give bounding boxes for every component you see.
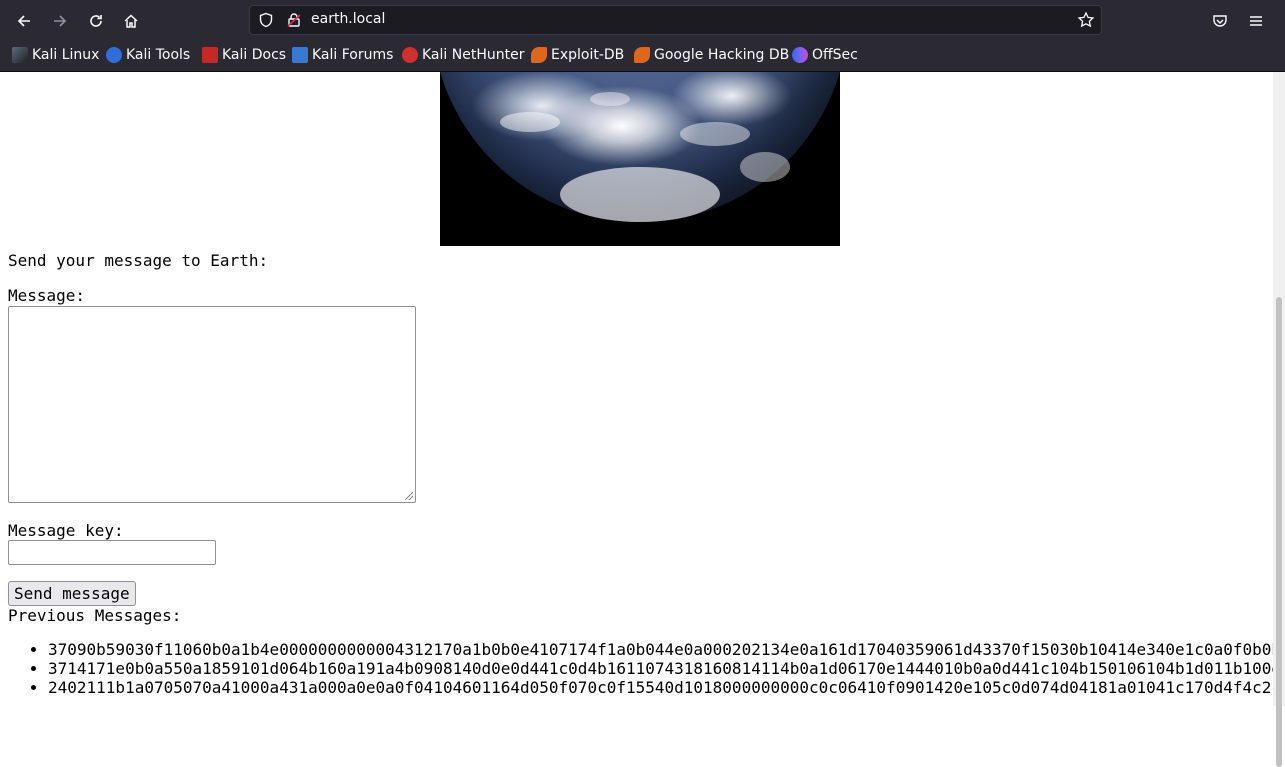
bookmark-kali-tools[interactable]: Kali Tools [106,47,190,63]
shield-icon[interactable] [258,12,274,28]
nethunter-icon [402,47,418,63]
message-key-label: Message key: [8,521,124,540]
cloud-shape [680,122,750,146]
exploit-db-icon [531,47,547,63]
bookmark-star-icon[interactable] [1077,11,1095,29]
kali-dragon-icon [12,47,28,63]
menu-icon[interactable] [1242,7,1270,35]
bookmark-kali-docs[interactable]: Kali Docs [202,47,286,63]
bookmarks-toolbar: Kali Linux Kali Tools Kali Docs Kali For… [0,41,1285,72]
home-icon[interactable] [117,7,145,35]
previous-messages-title: Previous Messages: [8,606,182,625]
list-item: 3714171e0b0a550a1859101d064b160a191a4b09… [48,659,1273,678]
pocket-icon[interactable] [1206,7,1234,35]
previous-messages-list: 37090b59030f11060b0a1b4e0000000000004312… [48,640,1273,697]
earth-image [440,72,840,246]
insecure-lock-icon[interactable] [286,12,302,28]
bookmark-kali-forums[interactable]: Kali Forums [292,47,393,63]
cloud-shape [590,92,630,106]
message-label: Message: [8,286,86,305]
list-item: 37090b59030f11060b0a1b4e0000000000004312… [48,640,1273,659]
message-key-input[interactable] [8,540,216,565]
list-item: 2402111b1a0705070a41000a431a000a0e0a0f04… [48,678,1273,697]
url-text[interactable]: earth.local [311,11,385,27]
bookmark-google-hacking-db[interactable]: Google Hacking DB [634,47,789,63]
bookmark-kali-nethunter[interactable]: Kali NetHunter [402,47,524,63]
bookmark-offsec[interactable]: OffSec [792,47,858,63]
message-textarea[interactable] [8,306,416,503]
ghdb-icon [634,47,650,63]
bookmark-exploit-db[interactable]: Exploit-DB [531,47,624,63]
vertical-scrollbar[interactable] [1273,72,1285,767]
reload-icon[interactable] [82,7,110,35]
forward-arrow-icon[interactable] [46,7,74,35]
resize-grip-icon[interactable] [405,492,413,500]
bookmark-kali-linux[interactable]: Kali Linux [12,47,99,63]
kali-docs-icon [202,47,218,63]
offsec-icon [792,47,808,63]
page-content: Send your message to Earth: Message: Mes… [0,72,1273,706]
send-message-button[interactable]: Send message [8,581,136,606]
kali-forums-icon [292,47,308,63]
cloud-shape [500,112,560,132]
address-bar[interactable]: earth.local [249,5,1102,35]
cloud-shape [740,152,790,182]
kali-tools-icon [106,47,122,63]
cloud-shape [560,167,720,222]
intro-text: Send your message to Earth: [8,251,269,270]
scrollbar-thumb[interactable] [1276,297,1282,767]
back-arrow-icon[interactable] [10,7,38,35]
browser-toolbar: earth.local [0,0,1285,41]
